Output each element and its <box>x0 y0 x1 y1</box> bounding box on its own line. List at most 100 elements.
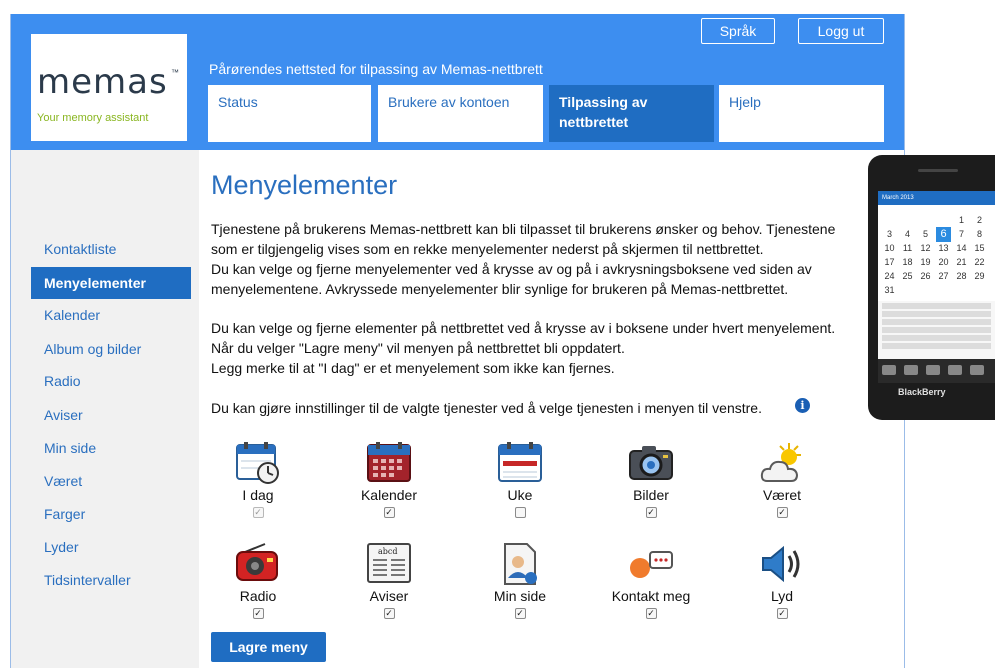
sidebar-item-my-page[interactable]: Min side <box>31 432 191 464</box>
newspaper-icon: abcd <box>366 542 412 586</box>
menu-item-my-page: Min side ✓ <box>465 542 575 619</box>
phone-calendar-day <box>936 283 951 298</box>
phone-calendar-day <box>936 213 951 228</box>
sidebar-item-weather[interactable]: Været <box>31 465 191 497</box>
phone-calendar-day: 5 <box>922 229 928 239</box>
sidebar-item-radio[interactable]: Radio <box>31 365 191 397</box>
sidebar-item-albums[interactable]: Album og bilder <box>31 333 191 365</box>
menu-item-label: Radio <box>239 588 277 604</box>
phone-dock <box>878 359 995 383</box>
menu-item-label: Kalender <box>360 487 418 503</box>
phone-calendar-header: March 2013 <box>878 191 995 205</box>
sidebar-item-contact-list[interactable]: Kontaktliste <box>31 233 191 265</box>
phone-calendar-day <box>900 283 915 298</box>
sidebar-item-sounds[interactable]: Lyder <box>31 531 191 563</box>
intro-line-2: som er tilgjengelig vises som en rekke m… <box>211 241 764 257</box>
instruction-line-3: Legg merke til at "I dag" er et menyelem… <box>211 360 615 376</box>
phone-calendar-day: 14 <box>956 243 967 253</box>
save-menu-button[interactable]: Lagre meny <box>211 632 326 662</box>
sidebar-item-calendar[interactable]: Kalender <box>31 299 191 331</box>
sidebar: Kontaktliste Menyelementer Kalender Albu… <box>11 150 199 668</box>
phone-calendar-day <box>918 283 933 298</box>
menu-item-checkbox-photos[interactable]: ✓ <box>645 507 657 518</box>
menu-item-checkbox-contact-me[interactable]: ✓ <box>645 608 657 619</box>
svg-text:abcd: abcd <box>378 547 398 556</box>
sidebar-item-time-intervals[interactable]: Tidsintervaller <box>31 564 191 596</box>
phone-calendar-day: 7 <box>958 229 964 239</box>
menu-item-checkbox-sound[interactable]: ✓ <box>776 608 788 619</box>
phone-calendar-day: 12 <box>920 243 931 253</box>
intro-line-3: Du kan velge og fjerne menyelementer ved… <box>211 261 812 277</box>
phone-calendar-day: 3 <box>886 229 892 239</box>
speaker-icon <box>759 542 805 586</box>
menu-item-checkbox-weather[interactable]: ✓ <box>776 507 788 518</box>
phone-calendar-day: 20 <box>938 257 949 267</box>
phone-calendar-day: 28 <box>956 271 967 281</box>
memas-logo[interactable]: memas ™ Your memory assistant <box>31 34 187 141</box>
menu-item-sound: Lyd ✓ <box>727 542 837 619</box>
phone-brand: BlackBerry <box>898 387 946 397</box>
phone-calendar-day: 19 <box>920 257 931 267</box>
menu-item-label: Været <box>762 487 802 503</box>
logo-wordmark: memas <box>37 62 168 102</box>
page-title: Menyelementer <box>211 170 398 200</box>
phone-calendar-day <box>918 213 933 228</box>
week-calendar-icon <box>497 441 543 485</box>
phone-calendar-day <box>900 213 915 228</box>
contact-speech-icon <box>628 542 674 586</box>
menu-item-newspapers: abcd Aviser ✓ <box>334 542 444 619</box>
phone-calendar-day: 4 <box>904 229 910 239</box>
menu-item-checkbox-today: ✓ <box>252 507 264 518</box>
tab-account-users[interactable]: Brukere av kontoen <box>378 85 543 142</box>
radio-icon <box>235 542 281 586</box>
phone-calendar-day: 10 <box>884 243 895 253</box>
intro-line-1: Tjenestene på brukerens Memas-nettbrett … <box>211 221 836 237</box>
sidebar-item-colors[interactable]: Farger <box>31 498 191 530</box>
phone-calendar-day: 15 <box>974 243 985 253</box>
logo-tagline: Your memory assistant <box>37 112 149 124</box>
menu-item-checkbox-calendar[interactable]: ✓ <box>383 507 395 518</box>
camera-icon <box>628 441 674 485</box>
menu-item-week: Uke <box>465 441 575 518</box>
menu-item-photos: Bilder ✓ <box>596 441 706 518</box>
calendar-icon <box>366 441 412 485</box>
menu-item-contact-me: Kontakt meg ✓ <box>596 542 706 619</box>
phone-calendar-day: 2 <box>976 215 982 225</box>
phone-calendar-day: 17 <box>884 257 895 267</box>
phone-screen: March 2013 1 2 3 4 5 6 7 8 10 11 12 13 14 15 17 18 19 20 2… <box>878 191 995 359</box>
phone-calendar-day: 18 <box>902 257 913 267</box>
menu-item-label: I dag <box>242 487 274 503</box>
phone-event-list <box>878 301 995 359</box>
menu-item-checkbox-radio[interactable]: ✓ <box>252 608 264 619</box>
menu-item-today: I dag ✓ <box>203 441 313 518</box>
phone-calendar-day: 29 <box>974 271 985 281</box>
menu-item-radio: Radio ✓ <box>203 542 313 619</box>
tab-help[interactable]: Hjelp <box>719 85 884 142</box>
phone-calendar-day: 24 <box>884 271 895 281</box>
language-button[interactable]: Språk <box>701 18 775 44</box>
header: memas ™ Your memory assistant Pårørendes… <box>11 14 904 150</box>
today-calendar-clock-icon <box>235 441 281 485</box>
logout-button[interactable]: Logg ut <box>798 18 884 44</box>
menu-item-checkbox-newspapers[interactable]: ✓ <box>383 608 395 619</box>
phone-calendar-day: 21 <box>956 257 967 267</box>
menu-item-label: Uke <box>507 487 533 503</box>
tab-tablet-customization[interactable]: Tilpassing av nettbrettet <box>549 85 714 142</box>
phone-calendar-day: 31 <box>884 285 895 295</box>
menu-item-calendar: Kalender ✓ <box>334 441 444 518</box>
site-title: Pårørendes nettsted for tilpassing av Me… <box>209 61 543 77</box>
logo-trademark: ™ <box>171 68 179 77</box>
phone-calendar-day <box>972 283 987 298</box>
sidebar-item-newspapers[interactable]: Aviser <box>31 399 191 431</box>
phone-calendar-day: 11 <box>902 243 913 253</box>
menu-item-label: Kontakt meg <box>611 588 691 604</box>
menu-item-label: Aviser <box>369 588 409 604</box>
menu-item-checkbox-week[interactable] <box>514 507 526 518</box>
menu-item-checkbox-my-page[interactable]: ✓ <box>514 608 526 619</box>
menu-item-label: Min side <box>493 588 547 604</box>
menu-item-weather: Været ✓ <box>727 441 837 518</box>
instruction-line-2: Når du velger "Lagre meny" vil menyen på… <box>211 340 625 356</box>
sidebar-item-menu-elements[interactable]: Menyelementer <box>31 267 191 299</box>
tab-status[interactable]: Status <box>208 85 371 142</box>
info-icon[interactable]: i <box>795 398 810 413</box>
